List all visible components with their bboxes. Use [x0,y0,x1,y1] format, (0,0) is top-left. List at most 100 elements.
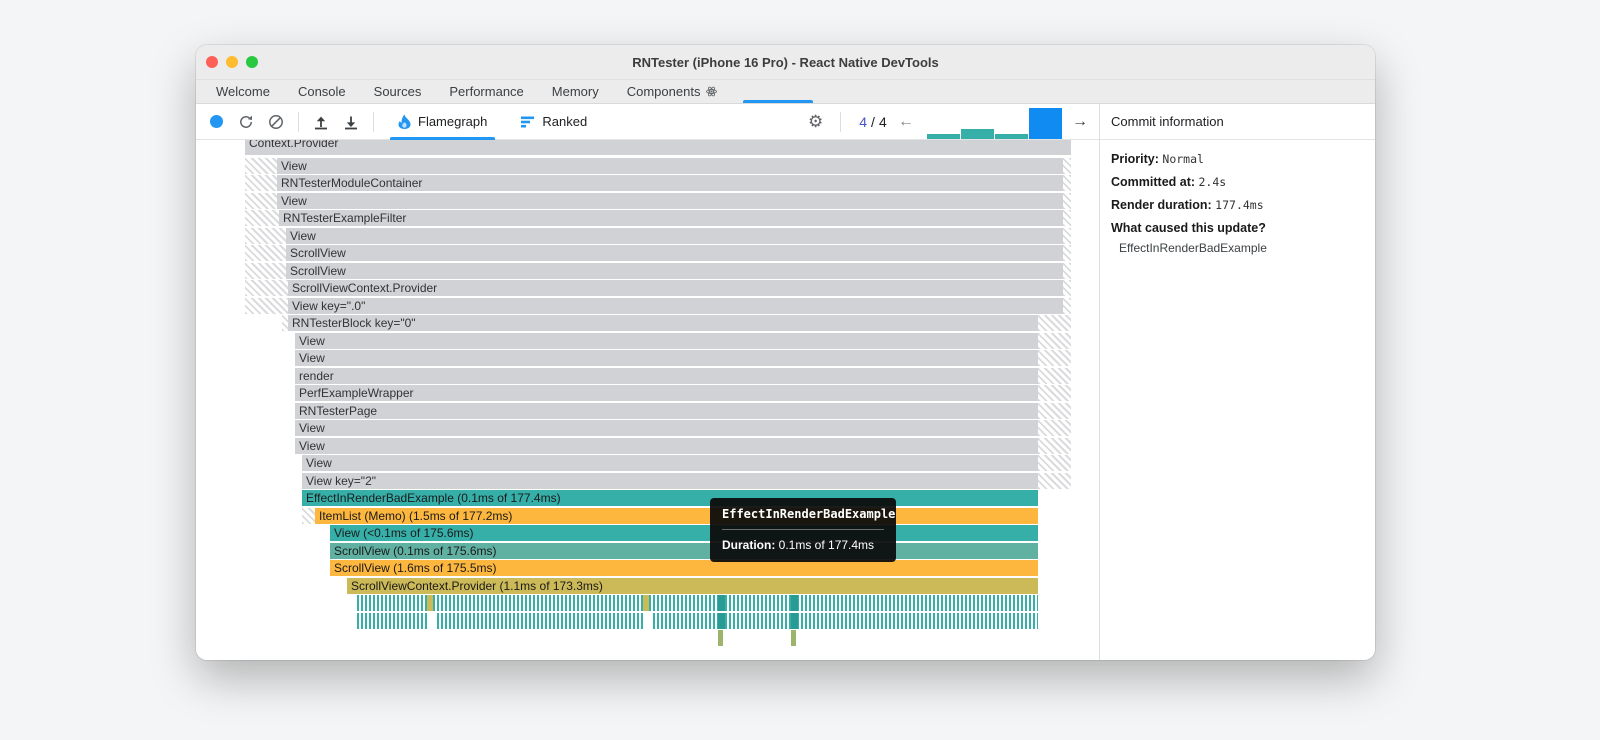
flame-leaf-bar[interactable] [791,630,796,646]
titlebar: RNTester (iPhone 16 Pro) - React Native … [196,45,1375,80]
flame-row[interactable]: ScrollView [286,262,1063,279]
tab-memory[interactable]: Memory [538,80,613,103]
field-label: Committed at: [1111,175,1199,189]
flame-micro-gap [643,612,651,629]
download-icon [345,116,357,129]
tab-sources[interactable]: Sources [360,80,436,103]
next-commit-button[interactable]: → [1070,104,1090,140]
tooltip-duration-label: Duration: [722,538,776,552]
flame-row-label: RNTesterPage [299,403,378,418]
flame-row-label: render [299,368,334,383]
flame-row[interactable]: ItemList (Memo) (1.5ms of 177.2ms) [315,507,1038,524]
traffic-lights [206,56,258,68]
tab-ranked-label: Ranked [542,114,588,129]
flame-row-label: RNTesterModuleContainer [281,176,423,190]
commit-counter: 4 / 4 [846,104,900,140]
flame-row-label: ScrollView (0.1ms of 175.6ms) [334,543,497,558]
commit-bar[interactable] [961,129,994,139]
close-button[interactable] [206,56,218,68]
flame-row-hatch [245,157,277,174]
flame-row[interactable]: render [295,367,1038,384]
flame-row-hatch [1038,385,1071,401]
flame-row[interactable]: View [286,227,1063,244]
flame-row-hatch [1038,402,1071,419]
flame-row[interactable]: ScrollViewContext.Provider (1.1ms of 173… [347,577,1038,594]
flame-row[interactable]: RNTesterModuleContainer [277,175,1063,191]
devtools-window: RNTester (iPhone 16 Pro) - React Native … [196,45,1375,660]
flame-row[interactable]: View [295,420,1038,436]
flame-row-hatch [1063,262,1071,279]
flame-micro-row[interactable] [357,595,1038,611]
flame-row-label: View [281,193,307,208]
settings-button[interactable]: ⚙ [808,112,823,132]
flame-row-hatch [1038,350,1071,366]
tooltip-duration-value: 0.1ms of 177.4ms [778,538,875,552]
flame-row[interactable]: EffectInRenderBadExample (0.1ms of 177.4… [302,490,1038,506]
record-icon [209,115,223,128]
tab-performance[interactable]: Performance [435,80,537,103]
flame-row[interactable]: PerfExampleWrapper [295,385,1038,401]
flame-row-label: View [299,421,325,435]
previous-commit-button[interactable]: ← [896,104,916,140]
flame-row-label: View [290,228,316,243]
flame-micro-bar[interactable] [791,612,798,629]
clear-profile-button[interactable] [266,112,286,132]
flame-micro-bar[interactable] [643,595,649,611]
update-cause-component[interactable]: EffectInRenderBadExample [1111,241,1363,255]
tab-components[interactable]: Components [613,80,732,103]
tab-console[interactable]: Console [284,80,360,103]
flame-micro-bar[interactable] [718,595,725,611]
field-value: Normal [1162,152,1204,166]
flame-micro-bar[interactable] [791,595,798,611]
commit-bar[interactable] [995,134,1028,139]
flame-icon [398,114,411,129]
flame-leaf-bar[interactable] [718,630,723,646]
flame-row-label: View [299,351,325,365]
reload-profile-button[interactable] [236,112,256,132]
load-profile-button[interactable] [311,112,331,132]
flame-row[interactable]: View (<0.1ms of 175.6ms) [330,525,1038,541]
flame-row-label: ItemList (Memo) (1.5ms of 177.2ms) [319,508,513,523]
flame-row[interactable]: RNTesterBlock key="0" [288,315,1038,331]
flame-row-label: ScrollView [290,246,346,260]
flame-row-label: View key=".0" [292,298,366,313]
flame-row[interactable]: View [302,455,1038,471]
tab-welcome[interactable]: Welcome [202,80,284,103]
flame-row[interactable]: View [295,350,1038,366]
flame-row[interactable]: RNTesterExampleFilter [279,210,1063,226]
tab-label: Sources [373,84,422,99]
tab-profiler[interactable] [743,80,814,103]
flame-row[interactable]: View key=".0" [288,297,1063,314]
zoom-button[interactable] [246,56,258,68]
flame-micro-row[interactable] [357,612,1038,629]
flame-micro-bar[interactable] [718,612,725,629]
flame-row[interactable]: View key="2" [302,472,1038,489]
tab-flamegraph[interactable]: Flamegraph [386,104,499,140]
save-profile-button[interactable] [341,112,361,132]
flame-micro-bar[interactable] [427,595,433,611]
record-button[interactable] [206,112,226,132]
commit-bar[interactable] [1029,108,1062,139]
flame-row-hatch [245,192,277,209]
commit-counter-total: 4 [878,114,887,130]
profiler-toolbar: Flamegraph Ranked ⚙ 4 / 4 ← → [196,104,1099,140]
flame-row[interactable]: View [295,437,1038,454]
tooltip-divider [722,529,884,530]
flame-row[interactable]: RNTesterPage [295,402,1038,419]
tab-bar: Welcome Console Sources Performance Memory Co… [196,80,1375,104]
flame-row[interactable]: View [277,192,1063,209]
flame-row[interactable]: ScrollView (0.1ms of 175.6ms) [330,542,1038,559]
flamegraph-chart: Context.Provider View RNTesterModuleContai… [196,140,1099,660]
commit-bar[interactable] [927,134,960,139]
minimize-button[interactable] [226,56,238,68]
field-label: Render duration: [1111,198,1216,212]
ranked-chart-icon [521,116,535,127]
flame-row[interactable]: ScrollView [286,245,1063,261]
flame-row-label: PerfExampleWrapper [299,386,414,400]
flame-row[interactable]: View [277,157,1063,174]
tab-ranked[interactable]: Ranked [509,104,599,140]
flame-row[interactable]: Context.Provider [245,140,1071,155]
flame-row[interactable]: ScrollView (1.6ms of 175.5ms) [330,560,1038,576]
flame-row[interactable]: ScrollViewContext.Provider [288,280,1063,296]
flame-row[interactable]: View [295,332,1038,349]
